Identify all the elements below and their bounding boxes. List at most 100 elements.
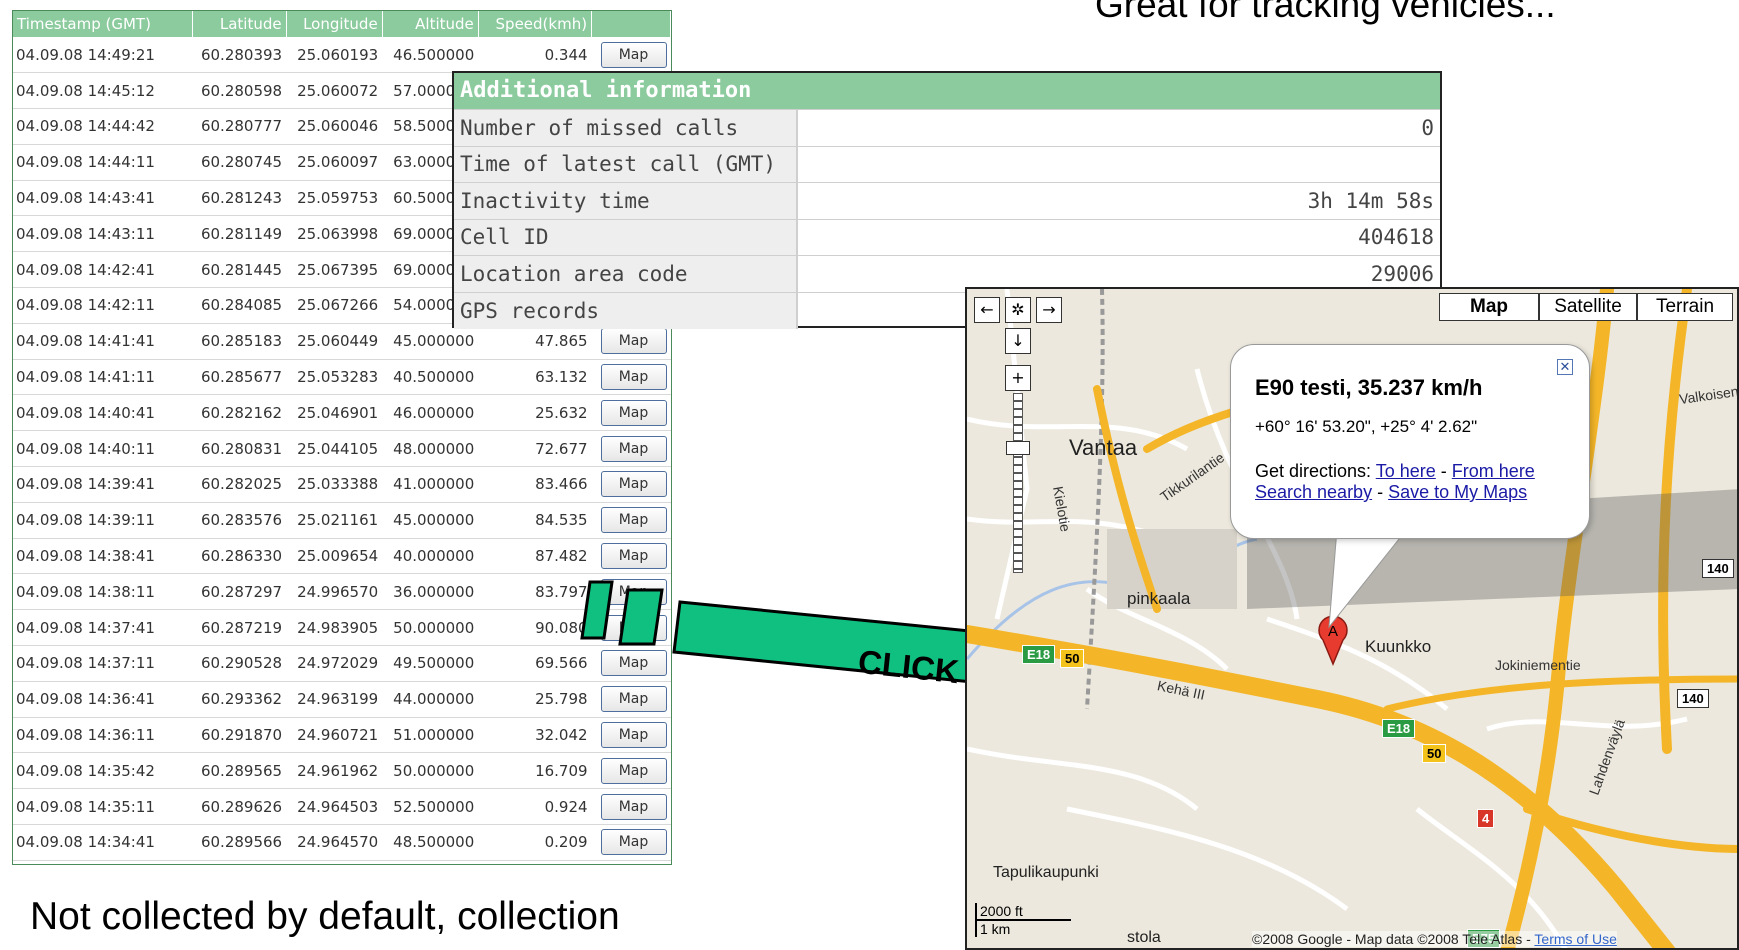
map-button[interactable]: Map bbox=[600, 471, 667, 498]
table-row: 04.09.08 14:49:21 60.280393 25.060193 46.50… bbox=[13, 37, 671, 74]
cell-speed: 47.865 bbox=[478, 323, 592, 360]
cell-latitude: 60.285677 bbox=[192, 359, 287, 396]
terms-of-use-link[interactable]: Terms of Use bbox=[1534, 931, 1616, 947]
table-row: 04.09.08 14:39:11 60.283576 25.021161 45.00… bbox=[13, 502, 671, 539]
cell-speed: 25.798 bbox=[478, 681, 592, 718]
cell-map: Map bbox=[591, 359, 671, 396]
cell-longitude: 24.996570 bbox=[286, 573, 383, 611]
cell-altitude: 52.500000 bbox=[382, 788, 479, 826]
from-here-link[interactable]: From here bbox=[1452, 461, 1535, 481]
cell-timestamp: 04.09.08 14:39:11 bbox=[13, 502, 193, 539]
map-button[interactable]: Map bbox=[600, 364, 667, 391]
scale-ft: 2000 ft bbox=[975, 903, 1071, 921]
cell-speed: 83.797 bbox=[478, 573, 592, 611]
cell-speed: 0.344 bbox=[478, 37, 592, 74]
map-copyright: ©2008 Google - Map data ©2008 Tele Atlas… bbox=[1252, 931, 1617, 947]
map-scale: 2000 ft 1 km bbox=[975, 903, 1071, 937]
search-nearby-link[interactable]: Search nearby bbox=[1255, 482, 1372, 502]
place-label-kuunkko: Kuunkko bbox=[1365, 637, 1432, 656]
column-header-latitude: Latitude bbox=[192, 11, 287, 37]
info-row-missed-calls: Number of missed calls 0 bbox=[454, 109, 1440, 146]
map-type-satellite-button[interactable]: Satellite bbox=[1539, 293, 1637, 321]
cell-speed: 87.482 bbox=[478, 538, 592, 575]
map-button[interactable]: Map bbox=[600, 829, 667, 856]
bubble-tail bbox=[1328, 529, 1408, 629]
table-row: 04.09.08 14:37:11 60.290528 24.972029 49.50… bbox=[13, 645, 671, 682]
cell-timestamp: 04.09.08 14:36:41 bbox=[13, 681, 193, 718]
cell-timestamp: 04.09.08 14:44:42 bbox=[13, 108, 193, 145]
zoom-slider-handle[interactable] bbox=[1006, 441, 1030, 455]
cell-timestamp: 04.09.08 14:37:41 bbox=[13, 609, 193, 647]
bubble-title: E90 testi, 35.237 km/h bbox=[1255, 375, 1483, 400]
column-header-timestamp: Timestamp (GMT) bbox=[13, 11, 193, 37]
cell-altitude: 41.000000 bbox=[382, 466, 479, 503]
info-row-inactivity: Inactivity time 3h 14m 58s bbox=[454, 182, 1440, 219]
road-shield-e18: E18 bbox=[1382, 719, 1416, 738]
map-type-selector: Map Satellite Terrain bbox=[1439, 293, 1733, 321]
zoom-in-button[interactable]: + bbox=[1005, 365, 1031, 391]
cell-map: Map bbox=[591, 323, 671, 360]
cell-latitude: 60.281149 bbox=[192, 215, 287, 253]
info-row-latest-call: Time of latest call (GMT) bbox=[454, 145, 1440, 183]
cell-latitude: 60.282025 bbox=[192, 466, 287, 503]
close-icon[interactable]: ✕ bbox=[1557, 359, 1573, 375]
to-here-link[interactable]: To here bbox=[1376, 461, 1436, 481]
cell-longitude: 25.053283 bbox=[286, 359, 383, 396]
cell-altitude: 40.500000 bbox=[382, 359, 479, 396]
scale-km: 1 km bbox=[975, 921, 1071, 937]
cell-longitude: 24.960721 bbox=[286, 717, 383, 754]
map-button[interactable]: Map bbox=[600, 757, 667, 784]
road-label-jokiniementie: Jokiniementie bbox=[1495, 657, 1581, 673]
table-row: 04.09.08 14:37:41 60.287219 24.983905 50.00… bbox=[13, 609, 671, 647]
map-button[interactable]: Map bbox=[600, 793, 667, 820]
cell-speed: 69.566 bbox=[478, 645, 592, 682]
map-button[interactable]: Map bbox=[600, 543, 667, 570]
cell-latitude: 60.280393 bbox=[192, 37, 287, 74]
cell-speed: 16.709 bbox=[478, 752, 592, 790]
cell-timestamp: 04.09.08 14:41:41 bbox=[13, 323, 193, 360]
pan-center-button[interactable]: ✲ bbox=[1005, 297, 1031, 323]
map-button[interactable]: Map bbox=[600, 435, 667, 462]
cell-altitude: 36.000000 bbox=[382, 573, 479, 611]
pan-down-button[interactable]: ↓ bbox=[1005, 328, 1031, 354]
map-type-map-button[interactable]: Map bbox=[1439, 293, 1539, 321]
map-button[interactable]: Map bbox=[600, 507, 667, 534]
cell-timestamp: 04.09.08 14:37:11 bbox=[13, 645, 193, 682]
cell-longitude: 25.059753 bbox=[286, 180, 383, 217]
cell-longitude: 24.964570 bbox=[286, 824, 383, 861]
table-row: 04.09.08 14:41:41 60.285183 25.060449 45.00… bbox=[13, 323, 671, 360]
place-label-tapulikaupunki: Tapulikaupunki bbox=[993, 864, 1099, 881]
map-button[interactable]: Map bbox=[600, 328, 667, 355]
table-header-row: Timestamp (GMT) Latitude Longitude Altit… bbox=[13, 11, 671, 37]
cell-longitude: 24.972029 bbox=[286, 645, 383, 682]
map-button[interactable]: Map bbox=[600, 41, 667, 68]
pan-left-button[interactable]: ← bbox=[974, 297, 1000, 323]
cell-latitude: 60.291870 bbox=[192, 717, 287, 754]
cell-map: Map bbox=[591, 502, 671, 539]
arrow-dash-1 bbox=[580, 580, 614, 640]
place-label-vantaa: Vantaa bbox=[1069, 435, 1138, 460]
place-label-stola: stola bbox=[1127, 929, 1161, 946]
bubble-coordinates: +60° 16' 53.20", +25° 4' 2.62" bbox=[1255, 417, 1478, 436]
info-label: GPS records bbox=[454, 291, 798, 329]
table-row: 04.09.08 14:38:11 60.287297 24.996570 36.00… bbox=[13, 573, 671, 611]
cell-longitude: 25.060072 bbox=[286, 72, 383, 110]
headline-text: Great for tracking vehicles... bbox=[1095, 0, 1556, 25]
cell-latitude: 60.281243 bbox=[192, 180, 287, 217]
map-type-terrain-button[interactable]: Terrain bbox=[1637, 293, 1733, 321]
map-button[interactable]: Map bbox=[600, 399, 667, 426]
pan-right-button[interactable]: → bbox=[1036, 297, 1062, 323]
cell-latitude: 60.289565 bbox=[192, 752, 287, 790]
google-map[interactable]: Map Satellite Terrain ← ✲ → ↑ ↓ + Vantaa… bbox=[965, 287, 1739, 950]
map-info-bubble: ✕ E90 testi, 35.237 km/h +60° 16' 53.20"… bbox=[1230, 344, 1590, 539]
cell-speed: 84.535 bbox=[478, 502, 592, 539]
save-to-my-maps-link[interactable]: Save to My Maps bbox=[1388, 482, 1527, 502]
zoom-slider-track[interactable] bbox=[1013, 393, 1023, 573]
cell-latitude: 60.285183 bbox=[192, 323, 287, 360]
cell-map: Map bbox=[591, 394, 671, 432]
separator: - bbox=[1372, 482, 1389, 502]
info-label: Inactivity time bbox=[454, 182, 798, 219]
cell-timestamp: 04.09.08 14:38:41 bbox=[13, 538, 193, 575]
road-shield-4: 4 bbox=[1477, 809, 1495, 828]
cell-latitude: 60.282162 bbox=[192, 394, 287, 432]
